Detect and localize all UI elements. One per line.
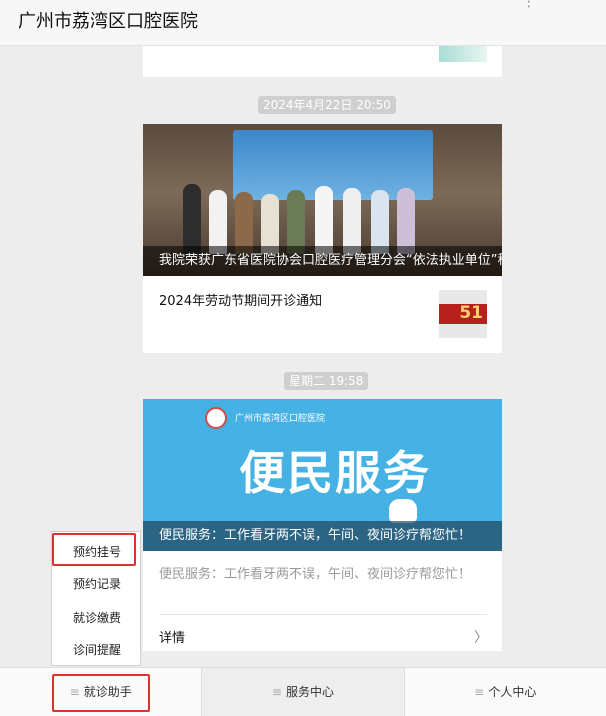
article-description: 便民服务：工作看牙两不误，午间、夜间诊疗帮您忙！ [159, 567, 472, 582]
article-title[interactable]: 便民服务：工作看牙两不误，午间、夜间诊疗帮您忙！ [143, 521, 502, 551]
thumb-number: 51 [459, 303, 483, 323]
article-card-1[interactable]: 我院荣获广东省医院协会口腔医疗管理分会“依法执业单位”称号 2024年劳动节期间… [143, 124, 502, 353]
chevron-right-icon: 〉 [474, 630, 488, 646]
menu-icon: ≡ [271, 685, 283, 699]
tab-service-center[interactable]: ≡ 服务中心 [201, 668, 404, 716]
message-timestamp: 2024年4月22日 20:50 [258, 96, 396, 114]
page-title: 广州市荔湾区口腔医院 [18, 11, 198, 32]
article-title[interactable]: 我院荣获广东省医院协会口腔医疗管理分会“依法执业单位”称号 [143, 246, 502, 276]
menu-item-payment[interactable]: 就诊缴费 [52, 604, 142, 632]
article-card-2[interactable]: 广州市荔湾区口腔医院 便民服务 便民服务：工作看牙两不误，午间、夜间诊疗帮您忙！… [143, 399, 502, 651]
sub-article-thumbnail[interactable]: 51 [439, 290, 487, 338]
detail-link[interactable]: 详情 [159, 627, 185, 646]
more-icon[interactable]: ⋮ [522, 0, 536, 10]
highlight-box [52, 533, 136, 566]
tooth-icon [389, 499, 417, 523]
hospital-logo-icon [205, 407, 227, 429]
top-bar: 广州市荔湾区口腔医院 ⋮ [0, 0, 606, 46]
tab-personal-center[interactable]: ≡ 个人中心 [403, 668, 606, 716]
menu-item-reminder[interactable]: 诊间提醒 [52, 636, 142, 664]
banner-title: 便民服务 [239, 446, 431, 500]
article-cover-image[interactable]: 广州市荔湾区口腔医院 便民服务 便民服务：工作看牙两不误，午间、夜间诊疗帮您忙！ [143, 399, 502, 551]
article-cover-image[interactable]: 我院荣获广东省医院协会口腔医疗管理分会“依法执业单位”称号 [143, 124, 502, 276]
menu-icon: ≡ [474, 685, 485, 699]
tab-label: 个人中心 [488, 685, 537, 699]
article-card-previous[interactable] [143, 46, 502, 77]
tab-label: 服务中心 [286, 685, 335, 699]
banner-brand: 广州市荔湾区口腔医院 [235, 414, 326, 424]
sub-article-title[interactable]: 2024年劳动节期间开诊通知 [159, 290, 322, 309]
divider [159, 614, 487, 615]
message-timestamp: 星期二 19:58 [284, 372, 369, 390]
article-thumbnail [439, 46, 487, 62]
menu-item-appointment-records[interactable]: 预约记录 [52, 570, 142, 598]
highlight-box [52, 674, 150, 712]
